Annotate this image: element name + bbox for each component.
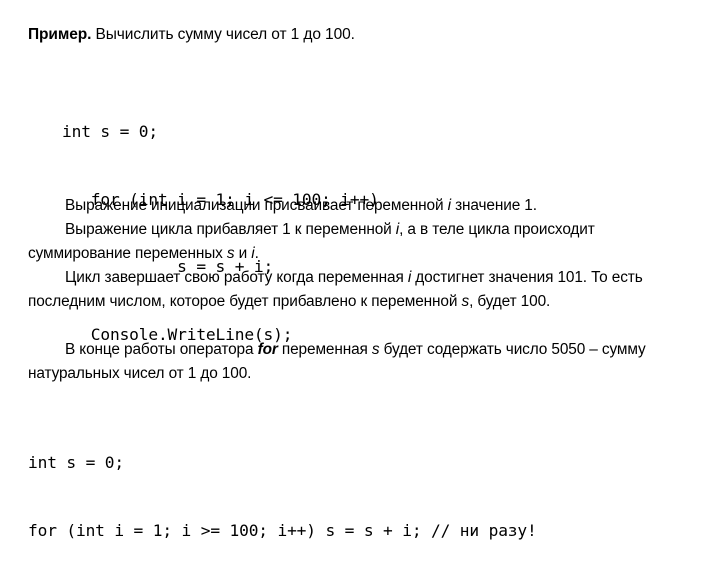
- emphasized-text-run: for: [257, 341, 278, 358]
- code-line: for (int i = 1; i >= 100; i++) s = s + i…: [28, 520, 537, 540]
- example-label: Пример.: [28, 26, 92, 43]
- text-run: и: [234, 245, 252, 262]
- paragraph-text: Цикл завершает свою работу когда перемен…: [28, 266, 694, 314]
- paragraph-loop-expression: Выражение цикла прибавляет 1 к переменно…: [28, 218, 694, 266]
- text-run: Выражение инициализации присваивает пере…: [65, 197, 448, 214]
- text-run: .: [254, 245, 259, 262]
- emphasized-text-run: s: [461, 293, 470, 310]
- text-run: , будет 100.: [469, 293, 551, 310]
- emphasized-text-run: s: [371, 341, 380, 358]
- code-line: int s = 0;: [62, 122, 158, 141]
- example-heading: Пример. Вычислить сумму чисел от 1 до 10…: [28, 25, 700, 45]
- text-run: значение 1.: [450, 197, 537, 214]
- slide-canvas: Пример. Вычислить сумму чисел от 1 до 10…: [0, 0, 720, 540]
- text-run: Цикл завершает свою работу когда перемен…: [65, 269, 408, 286]
- paragraph-text: Выражение цикла прибавляет 1 к переменно…: [28, 218, 694, 266]
- code-block-never-executing-loop: int s = 0; for (int i = 1; i >= 100; i++…: [28, 407, 537, 587]
- paragraph-initialization-expression: Выражение инициализации присваивает пере…: [28, 194, 694, 218]
- paragraph-text: Выражение инициализации присваивает пере…: [28, 194, 694, 218]
- text-run: Выражение цикла прибавляет 1 к переменно…: [65, 221, 396, 238]
- text-run: В конце работы оператора: [65, 341, 258, 358]
- code-line: int s = 0;: [28, 453, 124, 472]
- paragraph-loop-termination: Цикл завершает свою работу когда перемен…: [28, 266, 694, 314]
- paragraph-text: В конце работы оператора for переменная …: [28, 338, 694, 386]
- example-statement: Вычислить сумму чисел от 1 до 100.: [91, 26, 355, 43]
- text-run: переменная: [277, 341, 372, 358]
- paragraph-final-result: В конце работы оператора for переменная …: [28, 338, 694, 386]
